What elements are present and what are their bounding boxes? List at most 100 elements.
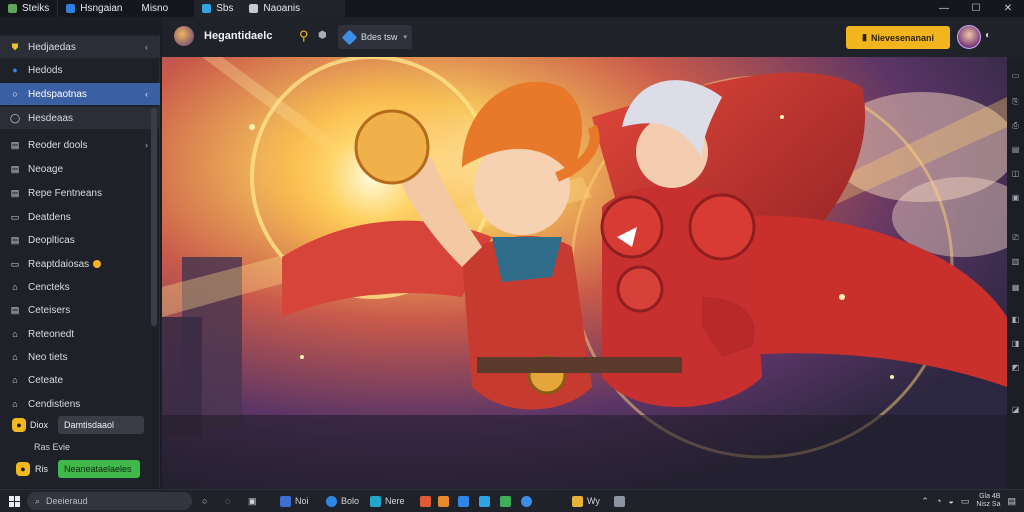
- app-menu[interactable]: Steiks: [0, 0, 57, 17]
- sidebar-item-cendistiens[interactable]: ⌂ Cendistiens: [0, 393, 160, 415]
- doc-icon: ▤: [10, 163, 20, 174]
- toolbar-icon[interactable]: ⎘: [1011, 97, 1020, 107]
- widgets-icon[interactable]: ▣: [248, 494, 257, 508]
- doc-icon: ⌂: [12, 375, 18, 385]
- sidebar-item-reteonedt[interactable]: ⌂ Reteonedt: [0, 323, 160, 345]
- sidebar-item-label: Cendistiens: [28, 398, 81, 410]
- toolbar-icon[interactable]: ⎙: [1011, 121, 1020, 131]
- settings-icon[interactable]: ⬢: [318, 30, 327, 41]
- toolbar-icon[interactable]: ▤: [1011, 145, 1020, 154]
- footer-row-ris[interactable]: ● Ris: [16, 462, 48, 476]
- toolbar-icon[interactable]: ⎚: [1011, 233, 1020, 243]
- tab-hsngaian[interactable]: Hsngaian Misno: [58, 0, 176, 17]
- sidebar-item-label: Hedjaedas: [28, 41, 76, 53]
- hero-banner[interactable]: [162, 57, 1007, 489]
- doc-icon: ▤: [10, 234, 20, 245]
- taskbar-app[interactable]: [521, 494, 532, 508]
- app-icon: [500, 495, 511, 507]
- sidebar: ⛊ Hedjaedas ‹ ● Hedods ○ Hedspaotnas ‹ ◯…: [0, 34, 160, 488]
- sidebar-item-ceteate[interactable]: ⌂ Ceteate: [0, 369, 160, 391]
- taskbar-app[interactable]: [420, 494, 431, 508]
- doc-icon: ▤: [10, 139, 20, 150]
- taskbar-app-wy[interactable]: Wy: [572, 494, 600, 508]
- doc-icon: ⌂: [12, 352, 18, 362]
- tab-icon: [202, 4, 212, 13]
- sidebar-item-label: Reaptdaiosas: [28, 258, 90, 270]
- maximize-button[interactable]: ☐: [960, 0, 992, 17]
- taskbar-app-bolo[interactable]: Bolo: [326, 494, 359, 508]
- tab-sbs[interactable]: Sbs: [194, 0, 242, 17]
- sidebar-item-repe-fentneans[interactable]: ▤ Repe Fentneans: [0, 182, 160, 204]
- user-avatar[interactable]: [957, 25, 981, 49]
- taskbar-app-nere[interactable]: Nere: [370, 494, 405, 508]
- toolbar-icon[interactable]: ◧: [1011, 315, 1020, 324]
- profile-menu-icon[interactable]: ◐: [985, 30, 991, 41]
- doc-icon: ⌂: [12, 329, 18, 339]
- sidebar-item-neoage[interactable]: ▤ Neoage: [0, 158, 160, 180]
- volume-icon[interactable]: ◔: [936, 496, 941, 506]
- app-label: Nere: [385, 496, 405, 506]
- footer-green-button[interactable]: Neaneataelaeles: [58, 460, 140, 478]
- sidebar-item-label: Cencteks: [28, 281, 70, 293]
- taskbar-app-noi[interactable]: Noi: [280, 494, 309, 508]
- sidebar-item-hedjaedas[interactable]: ⛊ Hedjaedas ‹: [0, 36, 160, 58]
- notifications-icon[interactable]: ▤: [1007, 496, 1016, 507]
- sidebar-item-hedspaotnas[interactable]: ○ Hedspaotnas ‹: [0, 83, 160, 105]
- sidebar-item-reaptdaiosas[interactable]: ▭ Reaptdaiosas: [0, 253, 160, 275]
- toolbar-icon[interactable]: ▥: [1011, 257, 1020, 266]
- sidebar-item-hedods[interactable]: ● Hedods: [0, 59, 160, 81]
- footer-pill-button[interactable]: Damtisdaaol: [58, 416, 144, 434]
- toolbar-icon[interactable]: ▭: [1011, 71, 1020, 80]
- sidebar-item-cencteks[interactable]: ⌂ Cencteks: [0, 276, 160, 298]
- taskbar-search[interactable]: ⌕ Deeieraud: [27, 492, 192, 510]
- sidebar-item-deatdens[interactable]: ▭ Deatdens: [0, 206, 160, 228]
- toolbar-icon[interactable]: ◪: [1011, 405, 1020, 414]
- app-icon: [458, 495, 469, 507]
- wifi-icon[interactable]: ◒: [948, 496, 953, 506]
- window-controls: — ☐ ✕: [928, 0, 1024, 17]
- tab-naoanis[interactable]: Naoanis: [241, 0, 346, 17]
- sidebar-item-reoder-dools[interactable]: ▤ Reoder dools ›: [0, 134, 160, 156]
- sidebar-item-label: Hesdeaas: [28, 112, 74, 124]
- battery-icon[interactable]: ▭: [961, 496, 970, 507]
- server-dropdown[interactable]: Bdes tsw ▾: [338, 25, 412, 49]
- taskbar-app[interactable]: [614, 494, 625, 508]
- coin-icon: ●: [16, 462, 30, 476]
- footer-label-ras-evie: Ras Evie: [34, 442, 71, 452]
- clock-time: Gla 4B: [979, 493, 1001, 500]
- sidebar-item-label: Deoplticas: [28, 234, 75, 246]
- app-avatar-logo[interactable]: [174, 26, 194, 46]
- tab-suffix: Misno: [141, 3, 169, 14]
- circle-icon: ●: [12, 65, 18, 75]
- tab-icon: [249, 4, 259, 13]
- toolbar-icon[interactable]: ▣: [1011, 193, 1020, 202]
- close-button[interactable]: ✕: [992, 0, 1024, 17]
- chevron-up-icon[interactable]: ⌃: [921, 496, 929, 507]
- system-tray: ⌃ ◔ ◒ ▭ Gla 4B Nisz Sa ▤: [921, 493, 1016, 509]
- toolbar-icon[interactable]: ◨: [1011, 339, 1020, 348]
- sidebar-item-neo-tiets[interactable]: ⌂ Neo tiets: [0, 346, 160, 368]
- sidebar-item-ceteisers[interactable]: ▤ Ceteisers: [0, 299, 160, 321]
- taskbar-app[interactable]: [438, 494, 449, 508]
- start-button[interactable]: [9, 496, 20, 507]
- ring-icon: ◯: [9, 112, 21, 123]
- toolbar-icon[interactable]: ▦: [1011, 283, 1020, 292]
- sidebar-scrollbar[interactable]: [151, 108, 157, 326]
- chevron-icon: ›: [145, 140, 148, 150]
- taskbar-app[interactable]: [500, 494, 511, 508]
- toolbar-icon[interactable]: ◫: [1011, 169, 1020, 178]
- cta-button[interactable]: ▮ Nievesenanani: [846, 26, 950, 49]
- footer-row-diox[interactable]: ● Diox: [12, 418, 48, 432]
- taskbar-app[interactable]: [479, 494, 490, 508]
- notification-icon[interactable]: ⚲: [299, 28, 309, 44]
- toolbar-icon[interactable]: ◩: [1011, 363, 1020, 372]
- taskbar-app[interactable]: [458, 494, 469, 508]
- clock[interactable]: Gla 4B Nisz Sa: [976, 493, 1000, 509]
- chat-icon[interactable]: ◌: [225, 494, 230, 508]
- sidebar-item-deoplticas[interactable]: ▤ Deoplticas: [0, 229, 160, 251]
- circle-icon: ○: [12, 89, 18, 99]
- minimize-button[interactable]: —: [928, 0, 960, 17]
- shield-icon: ⛊: [11, 41, 19, 52]
- task-view-icon[interactable]: ○: [202, 494, 207, 508]
- sidebar-item-hesdeaas[interactable]: ◯ Hesdeaas: [0, 107, 160, 129]
